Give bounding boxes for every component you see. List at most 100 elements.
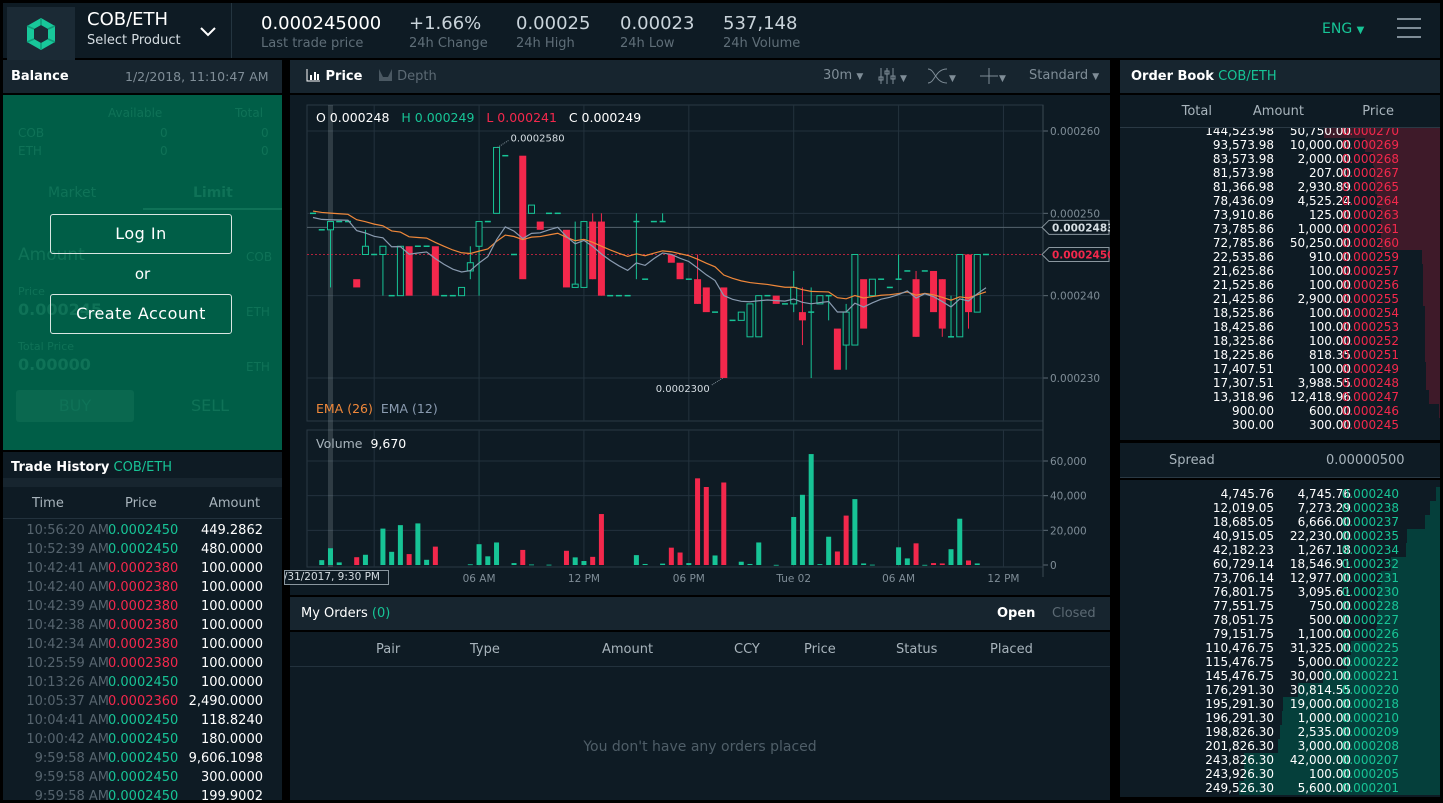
- trade-row[interactable]: 10:00:42 AM 0.0002450 180.0000: [3, 730, 282, 749]
- bid-row[interactable]: 4,745.76 4,745.76 0.000240: [1120, 487, 1440, 501]
- ask-row[interactable]: 17,407.51 100.00 0.000249: [1120, 362, 1440, 376]
- bid-row[interactable]: 18,685.05 6,666.00 0.000237: [1120, 515, 1440, 529]
- trade-row[interactable]: 10:52:39 AM 0.0002450 480.0000: [3, 540, 282, 559]
- time-axis-label: 06 PM: [673, 573, 705, 585]
- login-button[interactable]: Log In: [50, 214, 232, 254]
- chart-panel[interactable]: 06 AM 12 PM 06 PM Tue 02 06 AM 12 PM 0.000260 0…: [284, 95, 1110, 595]
- ask-row[interactable]: 21,525.86 100.00 0.000256: [1120, 278, 1440, 292]
- tab-market[interactable]: Market: [48, 185, 96, 201]
- ob-total: 4,745.76: [1220, 487, 1274, 501]
- trade-history-list[interactable]: 10:56:20 AM 0.0002450 449.2862 10:52:39 AM 0…: [3, 521, 282, 800]
- create-account-button[interactable]: Create Account: [50, 294, 232, 334]
- bid-row[interactable]: 198,826.30 2,535.00 0.000209: [1120, 725, 1440, 739]
- ob-price: 0.000209: [1341, 725, 1399, 739]
- bid-row[interactable]: 243,826.30 42,000.00 0.000207: [1120, 753, 1440, 767]
- trade-row[interactable]: 10:56:20 AM 0.0002450 449.2862: [3, 521, 282, 540]
- ask-row[interactable]: 73,785.86 1,000.00 0.000261: [1120, 222, 1440, 236]
- drawing-dropdown[interactable]: ▼: [927, 67, 956, 89]
- logo[interactable]: [7, 7, 75, 61]
- candle: [755, 295, 763, 338]
- trade-amount: 100.0000: [200, 618, 263, 633]
- bid-row[interactable]: 73,706.14 12,977.00 0.000231: [1120, 571, 1440, 585]
- ask-row[interactable]: 18,225.86 818.35 0.000251: [1120, 348, 1440, 362]
- asks-list[interactable]: 144,523.98 50,750.00 0.000270 93,573.98 10,0…: [1120, 124, 1440, 433]
- ob-total: 110,476.75: [1205, 641, 1274, 655]
- tab-limit[interactable]: Limit: [193, 185, 233, 201]
- ask-row[interactable]: 18,425.86 100.00 0.000253: [1120, 320, 1440, 334]
- balance-panel: Available Total COB 0 0 ETH 0 0 Market L…: [3, 95, 282, 450]
- bid-row[interactable]: 115,476.75 5,000.00 0.000222: [1120, 655, 1440, 669]
- ask-row[interactable]: 17,307.51 3,988.55 0.000248: [1120, 376, 1440, 390]
- trade-time: 10:05:37 AM: [26, 694, 109, 709]
- tab-closed[interactable]: Closed: [1052, 606, 1096, 621]
- trade-row[interactable]: 9:59:58 AM 0.0002450 9,606.1098: [3, 749, 282, 768]
- ask-row[interactable]: 73,910.86 125.00 0.000263: [1120, 208, 1440, 222]
- ask-row[interactable]: 900.00 600.00 0.000246: [1120, 404, 1440, 418]
- bid-row[interactable]: 145,476.75 30,000.00 0.000221: [1120, 669, 1440, 683]
- ask-row[interactable]: 78,436.09 4,525.24 0.000264: [1120, 194, 1440, 208]
- bid-row[interactable]: 77,551.75 750.00 0.000228: [1120, 599, 1440, 613]
- trade-row[interactable]: 10:05:37 AM 0.0002360 2,490.0000: [3, 692, 282, 711]
- hamburger-menu-icon[interactable]: [1397, 18, 1421, 38]
- order-book-columns: Total Amount Price: [1120, 95, 1440, 128]
- trade-row[interactable]: 10:42:40 AM 0.0002380 100.0000: [3, 578, 282, 597]
- ask-row[interactable]: 81,366.98 2,930.89 0.000265: [1120, 180, 1440, 194]
- ob-price: 0.000205: [1341, 767, 1399, 781]
- bid-row[interactable]: 42,182.23 1,267.18 0.000234: [1120, 543, 1440, 557]
- bid-row[interactable]: 243,926.30 100.00 0.000205: [1120, 767, 1440, 781]
- ask-row[interactable]: 21,625.86 100.00 0.000257: [1120, 264, 1440, 278]
- ask-row[interactable]: 22,535.86 910.00 0.000259: [1120, 250, 1440, 264]
- interval-dropdown[interactable]: 30m ▼: [823, 68, 863, 83]
- ask-row[interactable]: 13,318.96 12,418.96 0.000247: [1120, 390, 1440, 404]
- bid-row[interactable]: 12,019.05 7,273.29 0.000238: [1120, 501, 1440, 515]
- trade-time: 10:56:20 AM: [26, 523, 109, 538]
- trade-row[interactable]: 10:25:59 AM 0.0002380 100.0000: [3, 654, 282, 673]
- trade-row[interactable]: 10:42:34 AM 0.0002380 100.0000: [3, 635, 282, 654]
- chevron-down-icon[interactable]: [199, 25, 217, 39]
- chart-style-dropdown[interactable]: Standard ▼: [1029, 68, 1099, 83]
- col-time: Time: [32, 496, 64, 511]
- trade-row[interactable]: 10:04:41 AM 0.0002450 118.8240: [3, 711, 282, 730]
- trade-row[interactable]: 10:13:26 AM 0.0002450 100.0000: [3, 673, 282, 692]
- bid-row[interactable]: 201,826.30 3,000.00 0.000208: [1120, 739, 1440, 753]
- ask-row[interactable]: 93,573.98 10,000.00 0.000269: [1120, 138, 1440, 152]
- bid-row[interactable]: 249,526.30 5,600.00 0.000201: [1120, 781, 1440, 795]
- sell-button[interactable]: SELL: [151, 390, 269, 422]
- trade-row[interactable]: 10:42:41 AM 0.0002380 100.0000: [3, 559, 282, 578]
- trade-row[interactable]: 10:42:39 AM 0.0002380 100.0000: [3, 597, 282, 616]
- bid-row[interactable]: 78,051.75 500.00 0.000227: [1120, 613, 1440, 627]
- bid-row[interactable]: 60,729.14 18,546.91 0.000232: [1120, 557, 1440, 571]
- ask-row[interactable]: 300.00 300.00 0.000245: [1120, 418, 1440, 432]
- trade-row[interactable]: 10:42:38 AM 0.0002380 100.0000: [3, 616, 282, 635]
- bid-row[interactable]: 195,291.30 19,000.00 0.000218: [1120, 697, 1440, 711]
- ask-row[interactable]: 83,573.98 2,000.00 0.000268: [1120, 152, 1440, 166]
- bid-row[interactable]: 76,801.75 3,095.61 0.000230: [1120, 585, 1440, 599]
- ask-row[interactable]: 18,525.86 100.00 0.000254: [1120, 306, 1440, 320]
- ask-row[interactable]: 18,325.86 100.00 0.000252: [1120, 334, 1440, 348]
- trade-price: 0.0002380: [108, 637, 179, 652]
- ask-row[interactable]: 81,573.98 207.00 0.000267: [1120, 166, 1440, 180]
- crosshair-dropdown[interactable]: ▼: [979, 67, 1006, 89]
- bid-row[interactable]: 110,476.75 31,325.00 0.000225: [1120, 641, 1440, 655]
- volume-bar: [581, 561, 587, 565]
- indicators-dropdown[interactable]: ▼: [878, 67, 907, 89]
- candlestick-chart[interactable]: 06 AM 12 PM 06 PM Tue 02 06 AM 12 PM 0.000260 0…: [290, 95, 1110, 595]
- tab-open[interactable]: Open: [997, 606, 1035, 621]
- tab-price[interactable]: Price: [306, 68, 362, 84]
- ask-row[interactable]: 21,425.86 2,900.00 0.000255: [1120, 292, 1440, 306]
- trade-row[interactable]: 9:59:58 AM 0.0002450 199.9002: [3, 787, 282, 800]
- trade-row[interactable]: 9:59:58 AM 0.0002450 300.0000: [3, 768, 282, 787]
- tab-depth-label: Depth: [397, 69, 437, 84]
- bid-row[interactable]: 196,291.30 1,000.00 0.000210: [1120, 711, 1440, 725]
- my-orders-count: (0): [371, 606, 391, 621]
- ask-row[interactable]: 72,785.86 50,250.00 0.000260: [1120, 236, 1440, 250]
- tab-depth[interactable]: Depth: [378, 68, 437, 84]
- bid-row[interactable]: 79,151.75 1,100.00 0.000226: [1120, 627, 1440, 641]
- change-24h: +1.66% 24h Change: [409, 13, 488, 51]
- bids-list[interactable]: 4,745.76 4,745.76 0.000240 12,019.05 7,273.2…: [1120, 487, 1440, 797]
- bid-row[interactable]: 40,915.05 22,230.00 0.000235: [1120, 529, 1440, 543]
- product-selector[interactable]: COB/ETH Select Product: [87, 9, 232, 57]
- language-selector[interactable]: ENG ▼: [1322, 21, 1364, 37]
- bid-row[interactable]: 176,291.30 30,814.55 0.000220: [1120, 683, 1440, 697]
- buy-button[interactable]: BUY: [16, 390, 134, 422]
